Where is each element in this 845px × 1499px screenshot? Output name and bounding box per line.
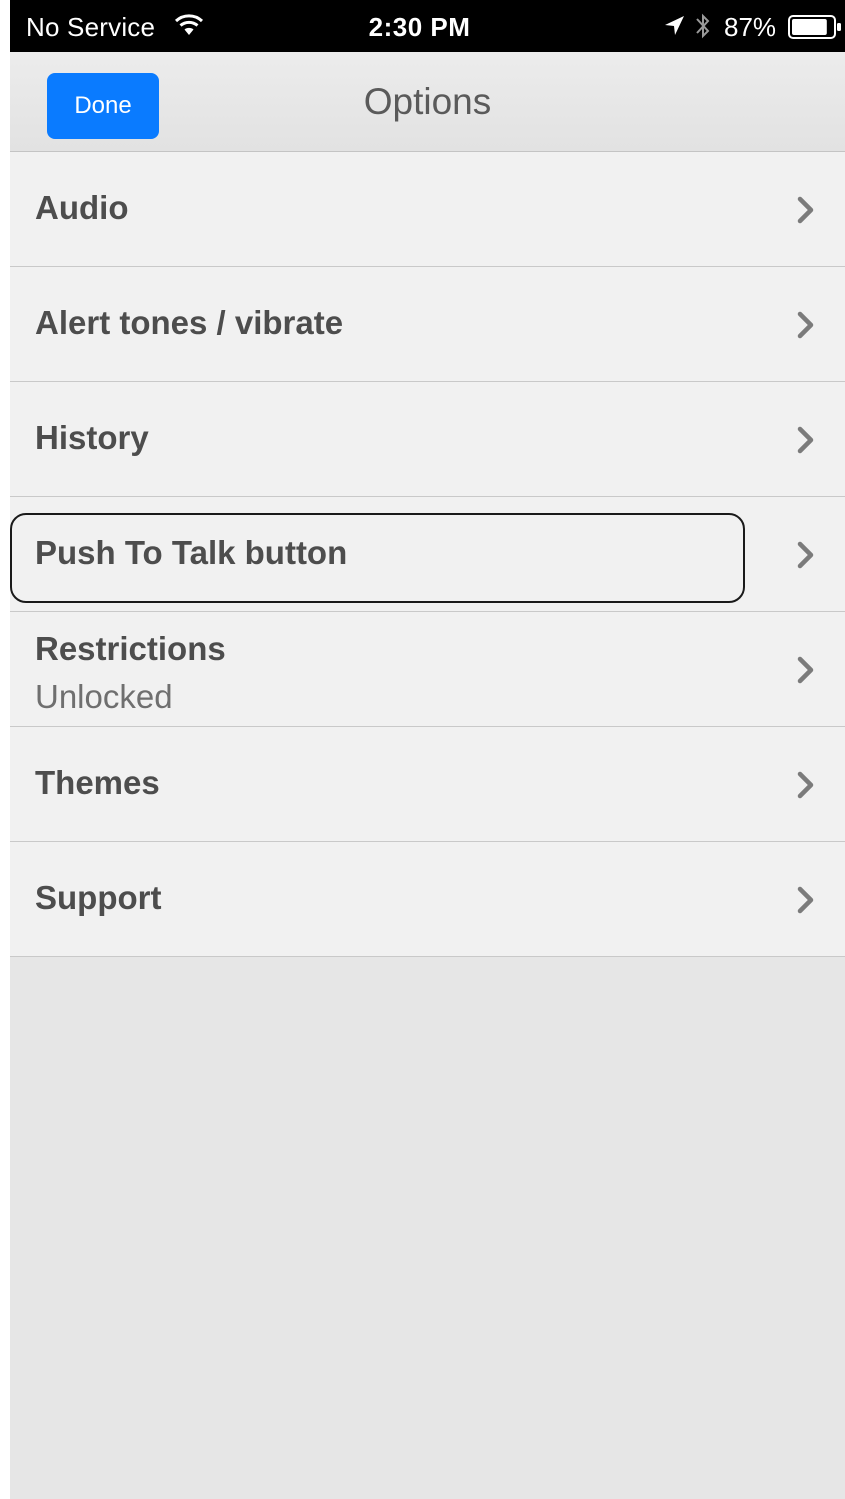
chevron-right-icon	[796, 885, 816, 920]
options-screen: No Service 2:30 PM 87% Done Options Audi…	[10, 0, 845, 1499]
battery-icon	[788, 15, 842, 44]
chevron-right-icon	[796, 195, 816, 230]
battery-percent: 87%	[724, 12, 777, 42]
option-row-history[interactable]: History	[10, 382, 845, 497]
page-title: Options	[363, 81, 492, 122]
chevron-right-icon	[796, 310, 816, 345]
chevron-right-icon	[796, 540, 816, 575]
options-list: Audio Alert tones / vibrate History Push…	[10, 152, 845, 957]
option-row-push-to-talk[interactable]: Push To Talk button	[10, 497, 845, 612]
option-label: History	[35, 419, 149, 456]
option-status: Unlocked	[35, 678, 173, 715]
option-label: Alert tones / vibrate	[35, 304, 344, 341]
chevron-right-icon	[796, 770, 816, 805]
option-label: Push To Talk button	[35, 534, 348, 571]
option-label: Restrictions	[35, 630, 226, 667]
option-row-audio[interactable]: Audio	[10, 152, 845, 267]
chevron-right-icon	[796, 425, 816, 460]
clock: 2:30 PM	[368, 12, 471, 42]
option-row-themes[interactable]: Themes	[10, 727, 845, 842]
option-label: Support	[35, 879, 162, 916]
navigation-bar: Done Options	[10, 52, 845, 152]
chevron-right-icon	[796, 655, 816, 690]
option-row-alert-tones[interactable]: Alert tones / vibrate	[10, 267, 845, 382]
location-arrow-icon	[662, 14, 686, 43]
option-label: Themes	[35, 764, 160, 801]
bluetooth-icon	[694, 11, 712, 46]
option-row-support[interactable]: Support	[10, 842, 845, 957]
option-label: Audio	[35, 189, 129, 226]
option-row-restrictions[interactable]: Restrictions Unlocked	[10, 612, 845, 727]
status-bar: No Service 2:30 PM 87%	[10, 0, 845, 52]
